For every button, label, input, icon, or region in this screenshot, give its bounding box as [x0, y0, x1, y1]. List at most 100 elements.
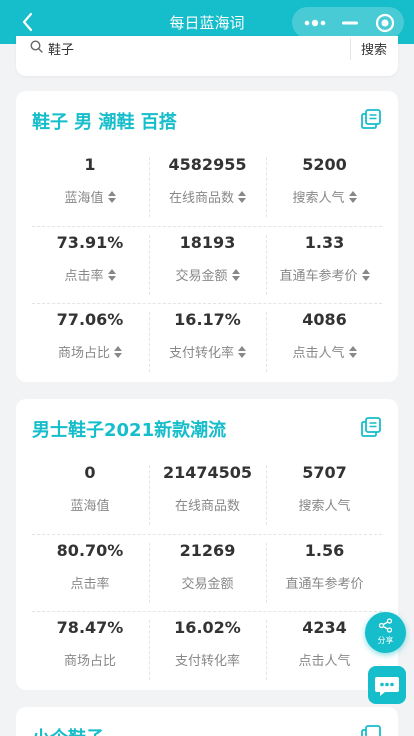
metric-value: 1 — [84, 155, 96, 174]
metric-label: 支付转化率 — [174, 654, 240, 669]
search-icon — [30, 40, 43, 53]
sort-icon — [107, 191, 116, 203]
sort-icon — [231, 269, 240, 281]
metric-value: 16.17% — [174, 310, 241, 329]
metric-search-popularity: 5707 搜索人气 — [266, 463, 382, 525]
metric-transaction-amount: 21269 交易金额 — [149, 541, 265, 603]
metric-transaction-amount[interactable]: 18193 交易金额 — [149, 233, 265, 295]
metric-label: 直通车参考价 — [285, 577, 364, 592]
metric-value: 21474505 — [162, 463, 253, 482]
sort-icon — [107, 269, 116, 281]
metric-value: 5200 — [302, 155, 347, 174]
search-button[interactable]: 搜索 — [361, 39, 387, 58]
metric-label: 交易金额 — [181, 577, 234, 592]
more-dots-icon[interactable] — [296, 7, 333, 38]
chat-bubble-icon — [375, 677, 399, 696]
metric-click-rate: 80.70% 点击率 — [32, 535, 148, 612]
keyword-title: 小个鞋子 — [32, 724, 104, 736]
metrics-grid: 1 蓝海值 4582955 在线商品数 5200 搜索人气 73.91% 点击率 181… — [32, 149, 382, 380]
metrics-row: 0 蓝海值 21474505 在线商品数 5707 搜索人气 — [32, 457, 382, 534]
keyword-card: 男士鞋子2021新款潮流 0 蓝海值 21474505 在线商品数 5707 搜索人气… — [16, 399, 398, 690]
metric-label: 交易金额 — [175, 269, 228, 284]
metrics-row: 80.70% 点击率 21269 交易金额 1.56 直通车参考价 — [32, 534, 382, 611]
metric-ztc-reference-price[interactable]: 1.33 直通车参考价 — [266, 233, 382, 295]
sort-icon — [348, 346, 357, 358]
metric-online-products[interactable]: 4582955 在线商品数 — [149, 155, 265, 217]
metric-value: 77.06% — [56, 310, 124, 329]
mini-program-capsule — [292, 7, 404, 38]
copy-icon[interactable] — [360, 108, 382, 130]
metrics-row: 78.47% 商场占比 16.02% 支付转化率 4234 点击人气 — [32, 611, 382, 688]
metric-click-popularity[interactable]: 4086 点击人气 — [266, 310, 382, 372]
metric-label-wrap: 商场占比 — [32, 342, 148, 361]
metrics-grid: 0 蓝海值 21474505 在线商品数 5707 搜索人气 80.70% 点击率 21… — [32, 457, 382, 688]
metric-value: 78.47% — [56, 618, 124, 637]
metric-value: 5707 — [302, 463, 347, 482]
search-bar: 鞋子 搜索 — [16, 36, 398, 76]
metric-label: 支付转化率 — [168, 346, 234, 361]
sort-icon — [238, 346, 246, 358]
metric-payment-conversion[interactable]: 16.17% 支付转化率 — [149, 310, 265, 372]
metric-label-wrap: 在线商品数 — [150, 187, 265, 206]
metric-payment-conversion: 16.02% 支付转化率 — [149, 618, 265, 680]
metrics-row: 77.06% 商场占比 16.17% 支付转化率 4086 点击人气 — [32, 303, 382, 380]
metric-label-wrap: 直通车参考价 — [267, 265, 382, 284]
metrics-row: 73.91% 点击率 18193 交易金额 1.33 直通车参考价 — [32, 226, 382, 303]
metric-label: 在线商品数 — [168, 191, 234, 206]
sort-icon — [114, 346, 122, 358]
metric-value: 21269 — [179, 541, 236, 560]
metric-label-wrap: 支付转化率 — [150, 342, 265, 361]
metric-value: 18193 — [179, 233, 236, 252]
metric-blue-ocean-value[interactable]: 1 蓝海值 — [32, 149, 148, 226]
metric-label: 点击率 — [64, 269, 104, 284]
sort-icon — [238, 191, 246, 203]
metric-label: 在线商品数 — [174, 499, 240, 514]
share-button[interactable]: 分享 — [365, 612, 406, 653]
metric-mall-share: 78.47% 商场占比 — [32, 612, 148, 689]
metric-online-products: 21474505 在线商品数 — [149, 463, 265, 525]
metric-value: 80.70% — [56, 541, 124, 560]
metric-value: 4086 — [302, 310, 347, 329]
metric-value: 0 — [84, 463, 96, 482]
metric-label: 商场占比 — [57, 346, 110, 361]
metric-label: 蓝海值 — [64, 191, 104, 206]
metric-search-popularity[interactable]: 5200 搜索人气 — [266, 155, 382, 217]
metric-label: 直通车参考价 — [279, 269, 358, 284]
minimize-icon[interactable] — [331, 7, 368, 38]
metric-label-wrap: 交易金额 — [150, 265, 265, 284]
copy-icon[interactable] — [360, 724, 382, 736]
search-divider — [350, 38, 351, 60]
metric-label-wrap: 点击人气 — [267, 342, 382, 361]
keyword-title: 鞋子 男 潮鞋 百搭 — [32, 112, 177, 133]
metric-label-wrap: 蓝海值 — [32, 187, 148, 206]
metric-click-rate[interactable]: 73.91% 点击率 — [32, 227, 148, 304]
metric-label: 点击率 — [70, 577, 110, 592]
metric-value: 1.33 — [304, 233, 345, 252]
customer-service-button[interactable] — [368, 666, 406, 704]
share-label: 分享 — [377, 636, 394, 645]
sort-icon — [361, 269, 370, 281]
share-icon — [378, 618, 393, 633]
sort-icon — [348, 191, 357, 203]
metric-value: 4582955 — [168, 155, 247, 174]
metric-label: 点击人气 — [292, 346, 345, 361]
metric-label: 点击人气 — [298, 654, 351, 669]
metric-blue-ocean-value: 0 蓝海值 — [32, 457, 148, 534]
keyword-card: 小个鞋子 — [16, 707, 398, 736]
keyword-card: 鞋子 男 潮鞋 百搭 1 蓝海值 4582955 在线商品数 5200 搜索人气 73… — [16, 91, 398, 382]
metric-label: 蓝海值 — [70, 499, 110, 514]
metric-mall-share[interactable]: 77.06% 商场占比 — [32, 304, 148, 381]
close-circle-icon[interactable] — [366, 7, 403, 38]
metric-label: 商场占比 — [63, 654, 116, 669]
metric-ztc-reference-price: 1.56 直通车参考价 — [266, 541, 382, 603]
search-input[interactable]: 鞋子 — [48, 39, 74, 58]
metric-label: 搜索人气 — [292, 191, 345, 206]
keyword-title: 男士鞋子2021新款潮流 — [32, 420, 227, 441]
metric-label-wrap: 点击率 — [32, 265, 148, 284]
metric-value: 73.91% — [56, 233, 124, 252]
copy-icon[interactable] — [360, 416, 382, 438]
metrics-row: 1 蓝海值 4582955 在线商品数 5200 搜索人气 — [32, 149, 382, 226]
metric-value: 1.56 — [304, 541, 345, 560]
metric-value: 16.02% — [174, 618, 241, 637]
metric-label: 搜索人气 — [298, 499, 351, 514]
